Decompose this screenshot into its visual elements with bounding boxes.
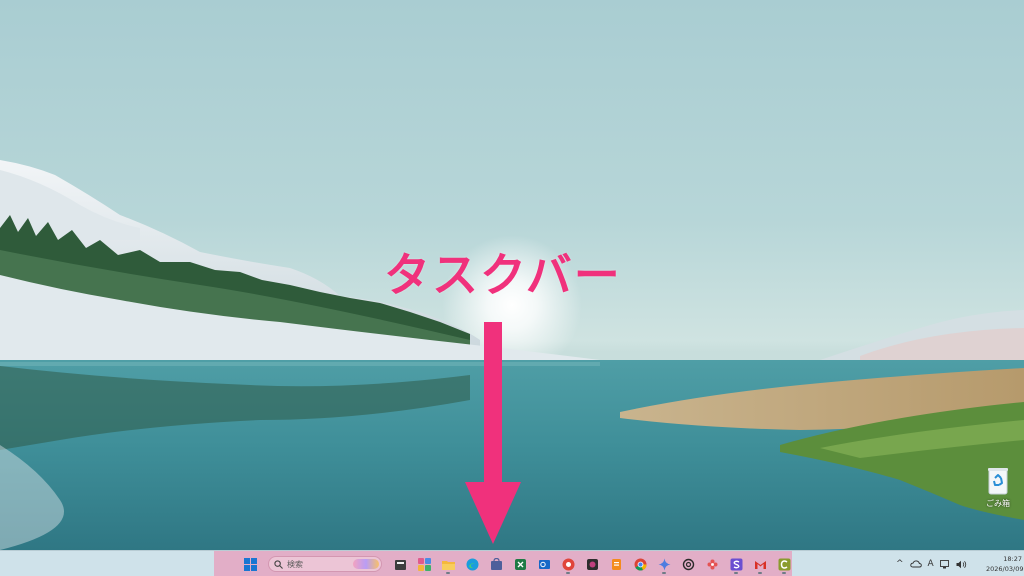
tray-overflow-button[interactable]: ^ [896, 559, 904, 569]
taskbar-app-pinwheel[interactable] [702, 553, 722, 575]
c-app-icon [778, 558, 790, 570]
excel-icon [514, 558, 526, 570]
file-app-icon [394, 559, 406, 570]
taskbar-app-edge[interactable] [462, 553, 482, 575]
volume-icon[interactable] [956, 560, 967, 569]
taskbar-app-gemini[interactable] [654, 553, 674, 575]
clock[interactable]: 18:27 2026/03/09 [986, 554, 1024, 574]
store-icon [490, 557, 502, 570]
ime-indicator[interactable]: A [928, 559, 934, 569]
running-indicator [662, 572, 666, 574]
taskbar-app-chatgpt[interactable] [678, 553, 698, 575]
search-box[interactable]: 検索 [268, 556, 382, 572]
taskbar-app-gmail[interactable] [750, 553, 770, 575]
start-button[interactable] [240, 553, 260, 575]
taskbar-app-widgets[interactable] [414, 553, 434, 575]
recycle-bin-icon [988, 468, 1008, 495]
taskbar-apps: 検索 [240, 551, 794, 576]
taskbar: 検索 ^ A 18:27 2026/03/09 [0, 550, 1024, 576]
taskbar-app-explorer[interactable] [438, 553, 458, 575]
search-highlight-icon [353, 559, 379, 569]
orange-app-icon [611, 558, 621, 570]
pinwheel-icon [707, 559, 717, 569]
chrome-icon [634, 558, 647, 571]
clock-date: 2026/03/09 [986, 565, 1024, 573]
taskbar-app-excel[interactable] [510, 553, 530, 575]
taskbar-app-chrome[interactable] [630, 553, 650, 575]
recycle-bin[interactable]: ごみ箱 [978, 466, 1018, 509]
running-indicator [758, 572, 762, 574]
taskbar-app-store[interactable] [486, 553, 506, 575]
widgets-icon [417, 557, 431, 571]
s-app-icon [730, 558, 742, 570]
taskbar-app-outlook[interactable] [534, 553, 554, 575]
onedrive-icon[interactable] [909, 560, 922, 568]
running-indicator [446, 572, 450, 574]
system-tray: ^ A [896, 551, 967, 576]
running-indicator [782, 572, 786, 574]
desktop: タスクバー ごみ箱 [0, 0, 1024, 550]
file-explorer-icon [441, 560, 455, 570]
search-icon [274, 559, 283, 569]
taskbar-app-c[interactable] [774, 553, 794, 575]
taskbar-app-orange[interactable] [606, 553, 626, 575]
outlook-icon [538, 559, 550, 569]
network-icon[interactable] [939, 559, 950, 569]
start-icon [243, 557, 257, 571]
search-placeholder: 検索 [287, 559, 303, 569]
taskbar-app-photo[interactable] [582, 553, 602, 575]
red-app-icon [562, 558, 574, 570]
annotation-arrow [465, 322, 521, 544]
running-indicator [566, 572, 570, 574]
taskbar-app-s[interactable] [726, 553, 746, 575]
recycle-bin-label: ごみ箱 [986, 499, 1010, 508]
taskbar-app-red[interactable] [558, 553, 578, 575]
photo-app-icon [586, 558, 598, 570]
annotation-label: タスクバー [384, 248, 622, 302]
gemini-icon [658, 558, 670, 570]
taskbar-app-file[interactable] [390, 553, 410, 575]
chatgpt-icon [682, 558, 694, 570]
running-indicator [734, 572, 738, 574]
gmail-icon [754, 560, 766, 569]
edge-icon [466, 558, 478, 570]
clock-time: 18:27 [1003, 555, 1022, 563]
